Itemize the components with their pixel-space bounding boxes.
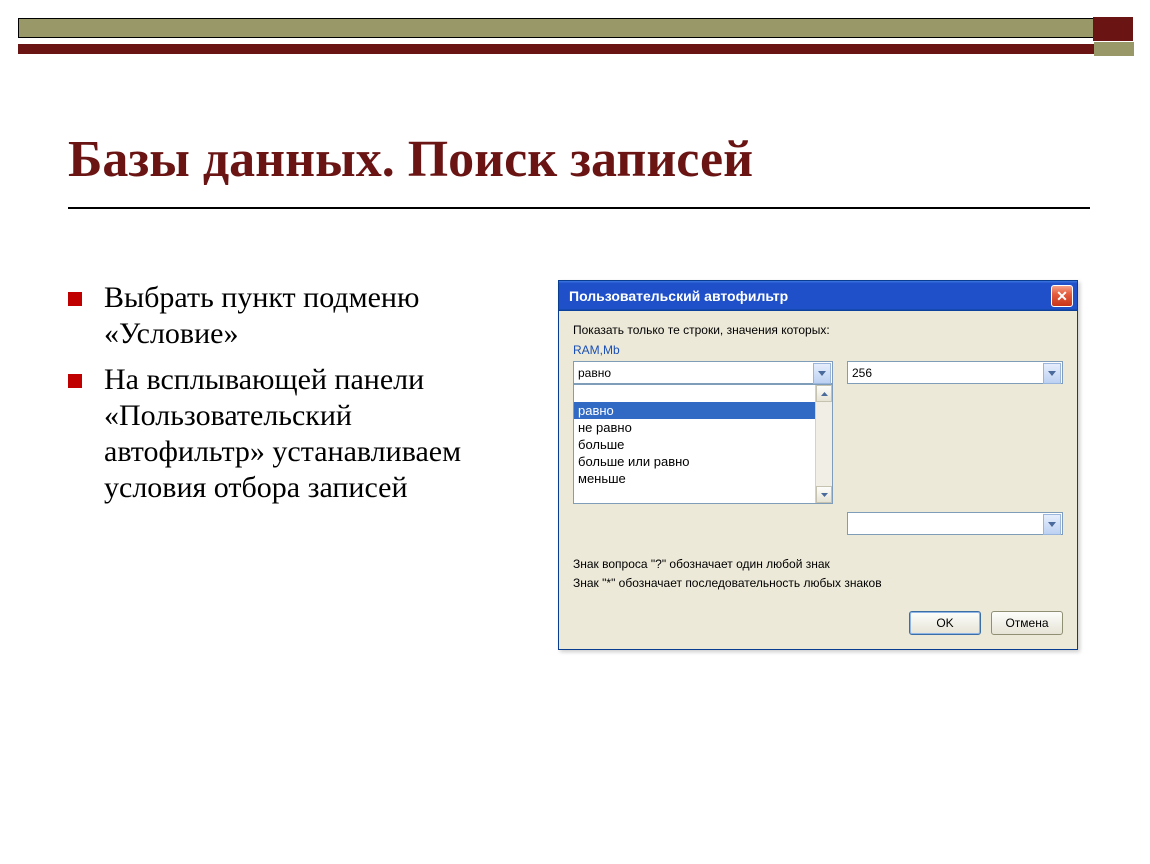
operator-combobox[interactable]: равно bbox=[573, 361, 833, 384]
close-button[interactable]: ✕ bbox=[1051, 285, 1073, 307]
chevron-down-icon bbox=[1048, 371, 1056, 376]
close-icon: ✕ bbox=[1056, 288, 1068, 305]
dialog-title: Пользовательский автофильтр bbox=[569, 288, 788, 304]
dialog-instruction: Показать только те строки, значения кото… bbox=[573, 323, 1063, 337]
operator-value: равно bbox=[578, 366, 611, 380]
hint-text-1: Знак вопроса "?" обозначает один любой з… bbox=[573, 555, 1063, 574]
chevron-up-icon bbox=[821, 392, 828, 396]
dropdown-option[interactable]: меньше bbox=[574, 470, 815, 487]
chevron-down-icon bbox=[818, 371, 826, 376]
scroll-up-button[interactable] bbox=[816, 385, 832, 402]
criteria-value2-combobox[interactable] bbox=[847, 512, 1063, 535]
operator-dropdown-button[interactable] bbox=[813, 363, 831, 384]
chevron-down-icon bbox=[1048, 522, 1056, 527]
list-item: На всплывающей панели «Пользовательский … bbox=[68, 362, 518, 506]
dropdown-option[interactable]: больше bbox=[574, 436, 815, 453]
scroll-down-button[interactable] bbox=[816, 486, 832, 503]
field-label: RAM,Mb bbox=[573, 343, 1063, 357]
criteria-value: 256 bbox=[852, 366, 872, 380]
dialog-titlebar[interactable]: Пользовательский автофильтр ✕ bbox=[559, 281, 1077, 311]
bullet-marker-icon bbox=[68, 292, 82, 306]
cancel-button[interactable]: Отмена bbox=[991, 611, 1063, 635]
list-item: Выбрать пункт подменю «Условие» bbox=[68, 280, 518, 352]
criteria-value-combobox[interactable]: 256 bbox=[847, 361, 1063, 384]
dropdown-option[interactable]: не равно bbox=[574, 419, 815, 436]
bullet-text: На всплывающей панели «Пользовательский … bbox=[104, 362, 518, 506]
criteria-dropdown-button[interactable] bbox=[1043, 363, 1061, 384]
bullet-list: Выбрать пункт подменю «Условие» На всплы… bbox=[68, 280, 518, 650]
bullet-text: Выбрать пункт подменю «Условие» bbox=[104, 280, 518, 352]
slide-decoration bbox=[18, 18, 1132, 54]
criteria2-dropdown-button[interactable] bbox=[1043, 514, 1061, 535]
scroll-track[interactable] bbox=[816, 402, 832, 486]
dropdown-scrollbar[interactable] bbox=[815, 385, 832, 503]
dropdown-option[interactable]: больше или равно bbox=[574, 453, 815, 470]
operator-dropdown-list: равно не равно больше больше или равно м… bbox=[573, 384, 833, 504]
ok-button[interactable]: OK bbox=[909, 611, 981, 635]
chevron-down-icon bbox=[821, 493, 828, 497]
slide-title: Базы данных. Поиск записей bbox=[68, 130, 1090, 209]
autofilter-dialog: Пользовательский автофильтр ✕ Показать т… bbox=[558, 280, 1078, 650]
bullet-marker-icon bbox=[68, 374, 82, 388]
hint-text-2: Знак "*" обозначает последовательность л… bbox=[573, 574, 1063, 593]
dropdown-option[interactable] bbox=[574, 385, 815, 402]
dropdown-option[interactable]: равно bbox=[574, 402, 815, 419]
